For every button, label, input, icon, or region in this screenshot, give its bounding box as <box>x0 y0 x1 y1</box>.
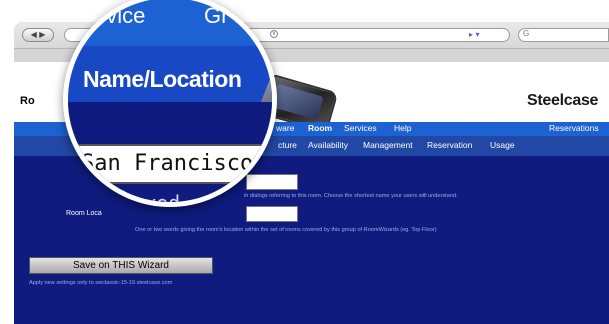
address-bar-menu-icon[interactable]: ▸ ▾ <box>469 30 480 39</box>
back-forward-buttons[interactable]: ◀ ▶ <box>22 28 54 42</box>
nav-item-room[interactable]: Room <box>308 123 332 133</box>
tab-availability[interactable]: Availability <box>308 140 348 150</box>
magnified-section-label: Name/Location <box>83 66 242 92</box>
nav-item-services[interactable]: Services <box>344 123 377 133</box>
nav-item-help[interactable]: Help <box>394 123 411 133</box>
room-location-help: One or two words giving the room's locat… <box>135 227 437 233</box>
magnified-room-name-value: San Francisco <box>81 151 254 176</box>
room-location-input[interactable] <box>246 206 298 222</box>
save-button[interactable]: Save on THIS Wizard <box>29 257 213 274</box>
magnifier-overlay: evice Gr Name/Location San Francisco lay… <box>63 0 277 207</box>
room-name-help: in dialogs referring to this room. Choos… <box>244 193 458 199</box>
room-location-label: Room Loca <box>66 210 102 217</box>
tab-reservation[interactable]: Reservation <box>427 140 472 150</box>
page-title: Ro <box>20 95 35 107</box>
search-field[interactable]: G <box>518 28 609 42</box>
nav-item-software[interactable]: ware <box>276 123 294 133</box>
tab-usage[interactable]: Usage <box>490 140 515 150</box>
search-field-text: G <box>523 29 530 38</box>
magnified-room-name-input: San Francisco <box>76 144 266 184</box>
device-screen <box>270 83 324 120</box>
tab-infrastructure[interactable]: cture <box>278 140 297 150</box>
nav-item-reservations[interactable]: Reservations <box>549 123 599 133</box>
magnified-nav-item-device: evice <box>94 3 146 28</box>
steelcase-logo: Steelcase <box>527 92 599 109</box>
magnified-nav-item-group: Gr <box>204 3 229 28</box>
save-note: Apply new settings only to swclassic-15-… <box>29 280 173 286</box>
tab-management[interactable]: Management <box>363 140 413 150</box>
